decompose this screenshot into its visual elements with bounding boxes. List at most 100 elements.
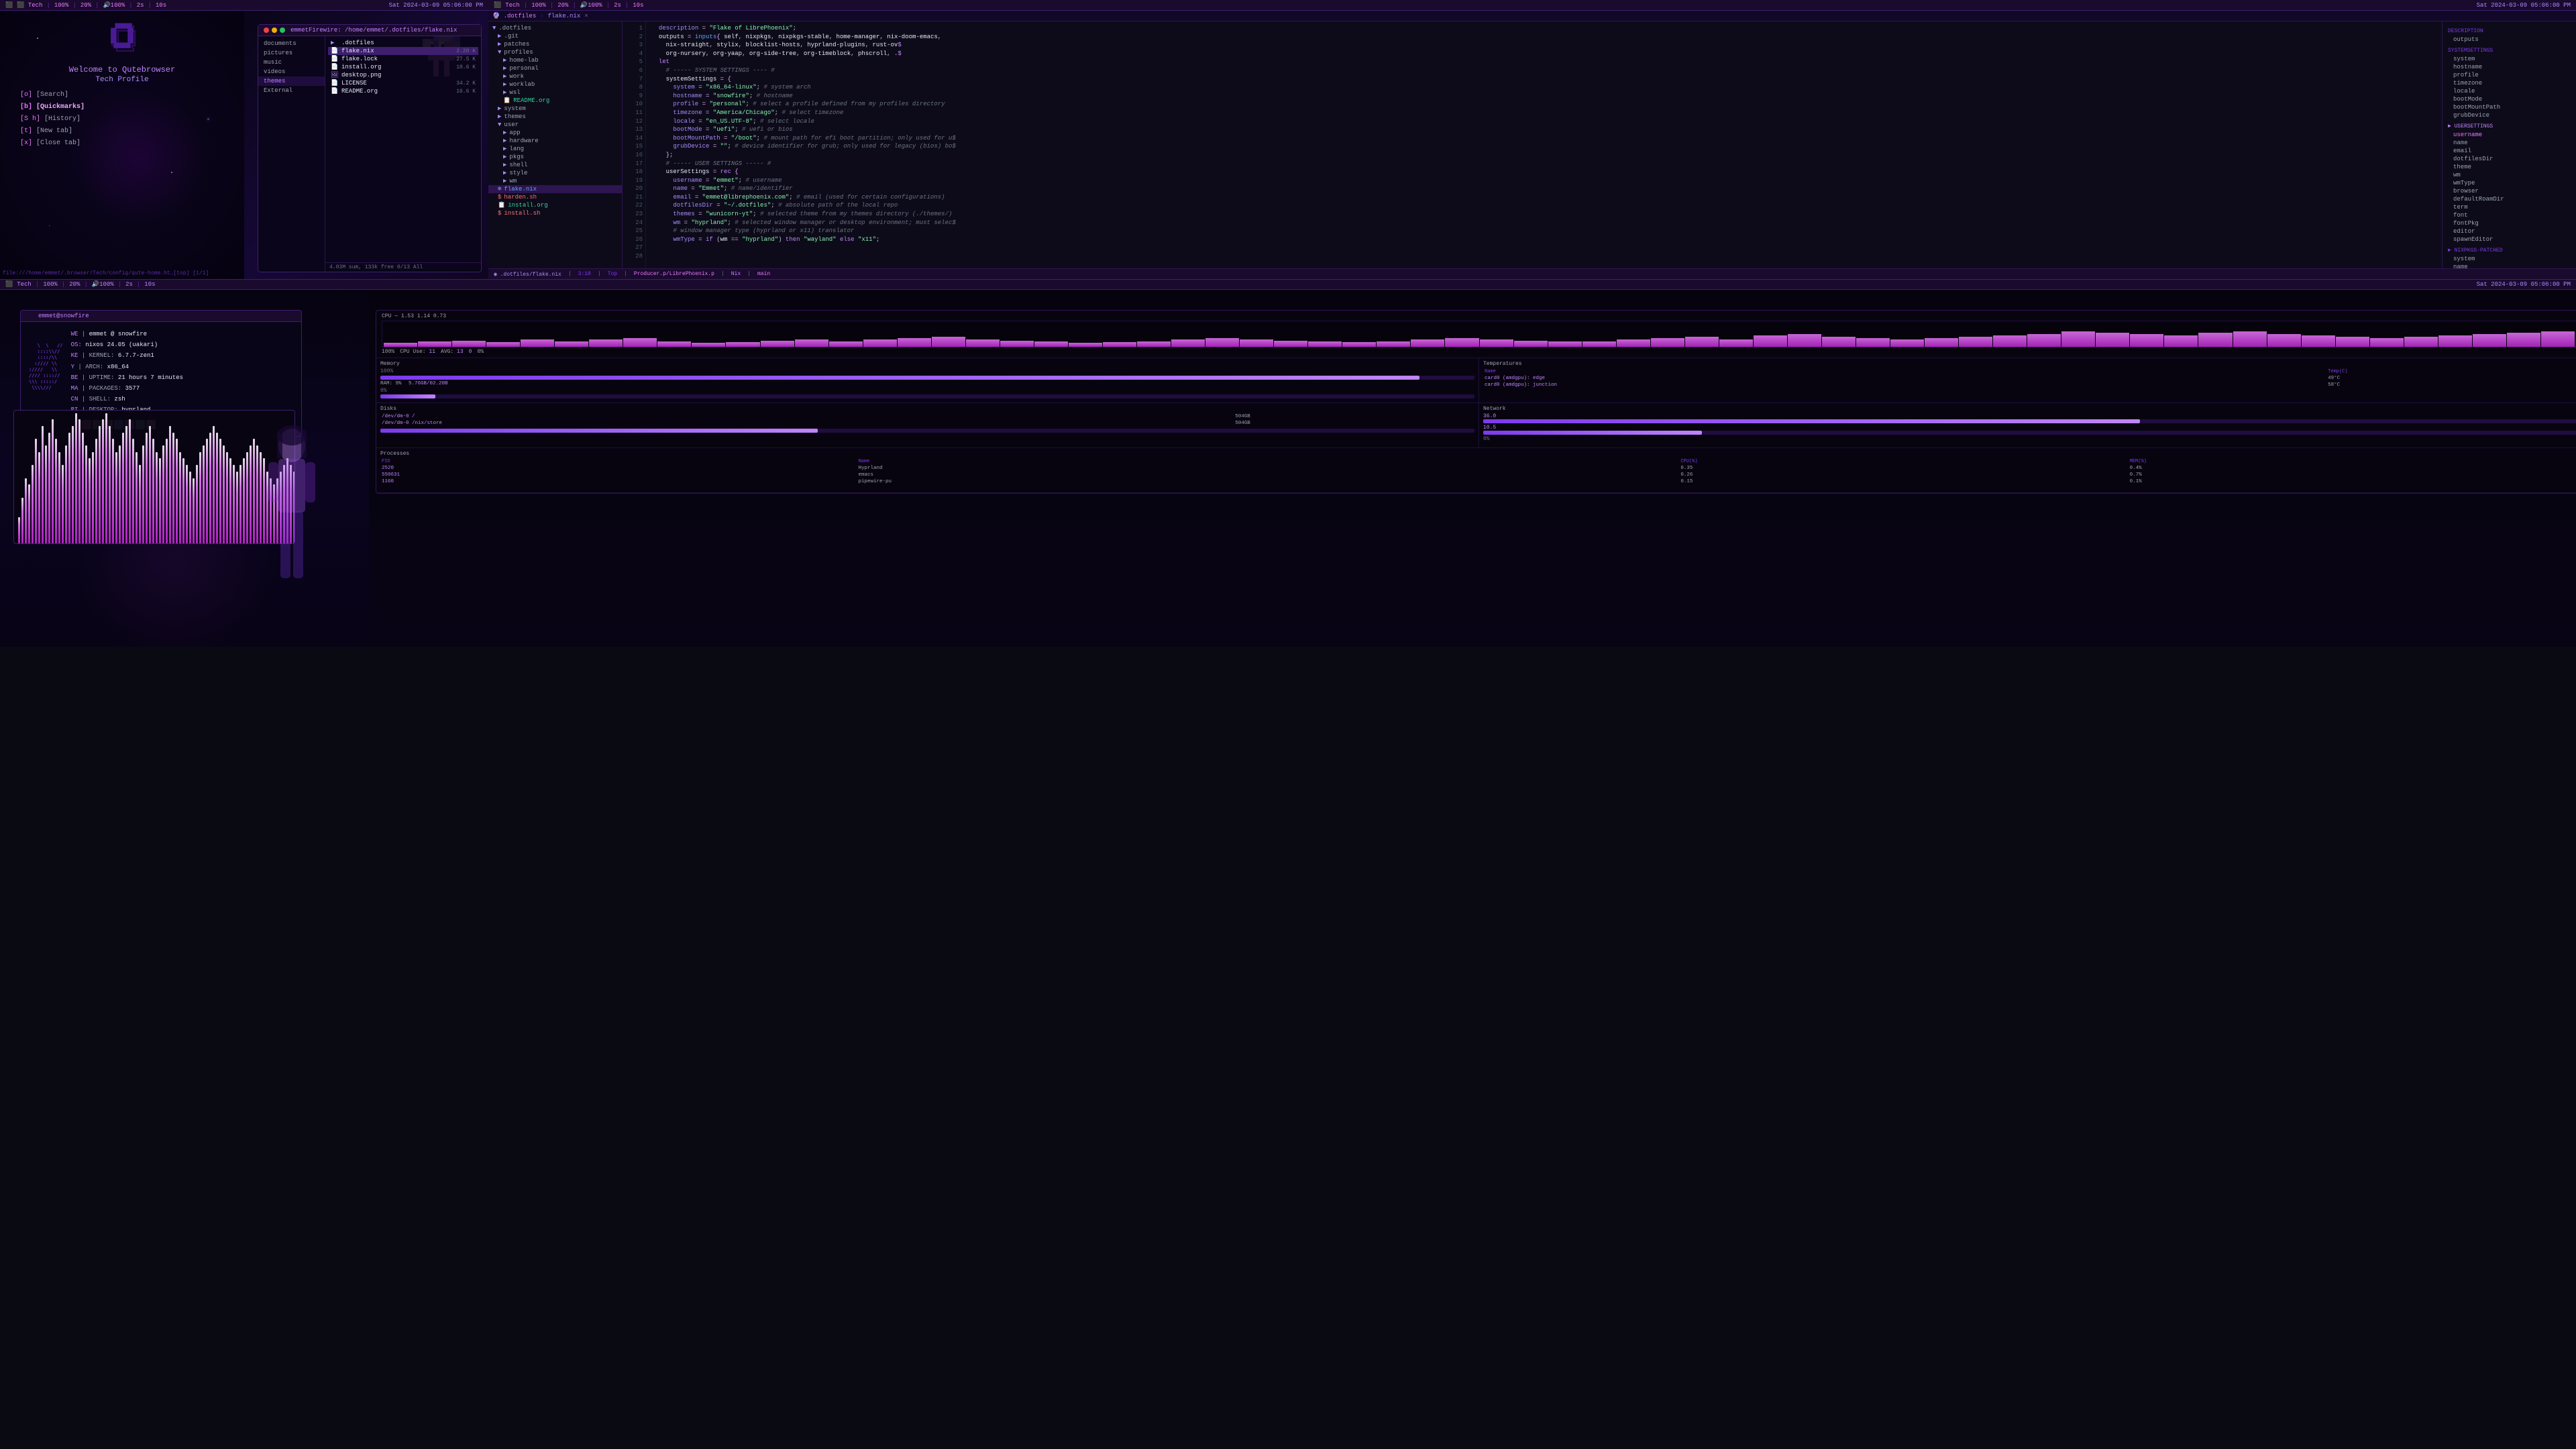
viz-bar <box>206 439 208 543</box>
vol-r: 🔊100% <box>580 2 602 9</box>
sidebar-item-themes[interactable]: themes <box>258 76 325 86</box>
rp-item-outputs[interactable]: outputs <box>2443 36 2576 44</box>
ft-app[interactable]: ▶ app <box>488 129 622 137</box>
ft-shell[interactable]: ▶ shell <box>488 161 622 169</box>
ft-root[interactable]: ▼ .dotfiles <box>488 24 622 32</box>
cpu-bar <box>1137 341 1171 347</box>
cpu-bar <box>1342 342 1376 347</box>
rp-item-dotfilesdir[interactable]: dotfilesDir <box>2443 155 2576 163</box>
rp-item-font[interactable]: font <box>2443 211 2576 219</box>
ft-worklab[interactable]: ▶ worklab <box>488 80 622 89</box>
ft-personal[interactable]: ▶ personal <box>488 64 622 72</box>
rp-item-spawn[interactable]: spawnEditor <box>2443 235 2576 244</box>
file-item-license[interactable]: 📄 LICENSE 34.2 K <box>328 79 478 87</box>
rp-item-wm[interactable]: wm <box>2443 171 2576 179</box>
rp-item-timezone[interactable]: timezone <box>2443 79 2576 87</box>
ft-style[interactable]: ▶ style <box>488 169 622 177</box>
viz-bar <box>55 439 57 543</box>
viz-bar <box>239 465 241 543</box>
ft-user[interactable]: ▼ user <box>488 121 622 129</box>
file-item-readme[interactable]: 📄 README.org 16.6 K <box>328 87 478 95</box>
ft-wm[interactable]: ▶ wm <box>488 177 622 185</box>
ft-patches[interactable]: ▶ patches <box>488 40 622 48</box>
rp-item-sys2[interactable]: system <box>2443 255 2576 263</box>
rp-item-bootmount[interactable]: bootMountPath <box>2443 103 2576 111</box>
sidebar-item-music[interactable]: music <box>258 58 325 67</box>
cpu-bar <box>1411 339 1444 347</box>
editor-tab-flake[interactable]: flake.nix <box>548 13 581 19</box>
viz-bar <box>58 452 60 543</box>
win-close-dot[interactable] <box>264 28 269 33</box>
editor-code[interactable]: description = "Flake of LibrePhoenix"; o… <box>646 21 2442 268</box>
file-item-install-org[interactable]: 📄 install.org 10.6 K <box>328 63 478 71</box>
file-item-desktop[interactable]: 🖼 desktop.png <box>328 71 478 79</box>
rp-item-editor[interactable]: editor <box>2443 227 2576 235</box>
ft-readme-profiles[interactable]: 📋 README.org <box>488 97 622 105</box>
ft-system[interactable]: ▶ system <box>488 105 622 113</box>
editor-close-tab[interactable]: × <box>584 13 588 19</box>
viz-bar <box>193 478 195 543</box>
ft-wsl[interactable]: ▶ wsl <box>488 89 622 97</box>
cpu-bar <box>1000 341 1034 347</box>
editor-window: 🔮 .dotfiles › flake.nix × ▼ .dotfiles ▶ … <box>488 11 2576 279</box>
file-item-flake-nix[interactable]: 📄 flake.nix 2.20 K <box>328 47 478 55</box>
file-item-dotfiles[interactable]: ▶ .dotfiles <box>328 39 478 47</box>
ft-themes[interactable]: ▶ themes <box>488 113 622 121</box>
editor-tab-dotfiles[interactable]: 🔮 .dotfiles <box>492 13 536 19</box>
rp-item-locale[interactable]: locale <box>2443 87 2576 95</box>
rp-item-fontpkg[interactable]: fontPkg <box>2443 219 2576 227</box>
viz-bar <box>169 426 171 543</box>
ft-work[interactable]: ▶ work <box>488 72 622 80</box>
sidebar-item-documents[interactable]: documents <box>258 39 325 48</box>
sm-cpu-chart <box>382 321 2576 347</box>
rp-item-name[interactable]: name <box>2443 139 2576 147</box>
rp-item-defaultroam[interactable]: defaultRoamDir <box>2443 195 2576 203</box>
viz-bar <box>172 433 174 543</box>
rp-item-browser[interactable]: browser <box>2443 187 2576 195</box>
ft-harden[interactable]: $ harden.sh <box>488 193 622 201</box>
sidebar-item-pictures[interactable]: pictures <box>258 48 325 58</box>
volume-status: 🔊100% <box>103 2 125 9</box>
ft-flake-nix[interactable]: ❄ flake.nix <box>488 185 622 193</box>
nf-val-pkgs: 3577 <box>125 385 140 392</box>
sm-temps-table: Name Temp(C) card0 (amdgpu): edge 49°C c… <box>1483 368 2576 388</box>
editor-panel: 🔮 .dotfiles › flake.nix × ▼ .dotfiles ▶ … <box>488 11 2576 279</box>
qb-menu-item-newtab[interactable]: [t] [New tab] <box>20 125 224 138</box>
rp-item-email[interactable]: email <box>2443 147 2576 155</box>
file-item-flake-lock[interactable]: 📄 flake.lock 27.5 K <box>328 55 478 63</box>
rp-item-grub[interactable]: grubDevice <box>2443 111 2576 119</box>
sm-procs-header: PID Name CPU(%) MEM(%) <box>380 458 2576 465</box>
rp-item-name2[interactable]: name <box>2443 263 2576 268</box>
qb-menu-item-quickmarks[interactable]: [b] [Quickmarks] <box>20 101 224 113</box>
ft-hardware[interactable]: ▶ hardware <box>488 137 622 145</box>
rp-item-term[interactable]: term <box>2443 203 2576 211</box>
cpu-bar <box>1651 338 1684 347</box>
sidebar-item-videos[interactable]: videos <box>258 67 325 76</box>
ft-install-sh[interactable]: $ install.sh <box>488 209 622 217</box>
viz-bar <box>102 419 104 543</box>
rp-item-profile[interactable]: profile <box>2443 71 2576 79</box>
qb-menu-item-close[interactable]: [x] [Close tab] <box>20 138 224 150</box>
ft-git[interactable]: ▶ .git <box>488 32 622 40</box>
sidebar-item-external[interactable]: External <box>258 86 325 95</box>
fm-file-list: ▶ .dotfiles 📄 flake.nix 2.20 K 📄 flake.l… <box>325 36 481 262</box>
ft-lang[interactable]: ▶ lang <box>488 145 622 153</box>
rp-item-system[interactable]: system <box>2443 55 2576 63</box>
ft-install-org[interactable]: 📋 install.org <box>488 201 622 209</box>
ft-profiles[interactable]: ▼ profiles <box>488 48 622 56</box>
sm-temps-header: Name Temp(C) <box>1483 368 2576 375</box>
rp-item-username[interactable]: username <box>2443 131 2576 139</box>
rp-item-bootmode[interactable]: bootMode <box>2443 95 2576 103</box>
qb-menu-item-history[interactable]: [S h] [History] <box>20 113 224 125</box>
cpu-bar <box>555 341 588 347</box>
rp-item-theme[interactable]: theme <box>2443 163 2576 171</box>
rp-item-wmtype[interactable]: wmType <box>2443 179 2576 187</box>
win-min-dot[interactable] <box>272 28 277 33</box>
qb-menu-item-search[interactable]: [o] [Search] <box>20 89 224 101</box>
ft-pkgs[interactable]: ▶ pkgs <box>488 153 622 161</box>
qb-title: Welcome to Qutebrowser <box>0 65 244 74</box>
viz-bar <box>270 478 272 543</box>
ft-home-lab[interactable]: ▶ home-lab <box>488 56 622 64</box>
rp-item-hostname[interactable]: hostname <box>2443 63 2576 71</box>
win-max-dot[interactable] <box>280 28 285 33</box>
